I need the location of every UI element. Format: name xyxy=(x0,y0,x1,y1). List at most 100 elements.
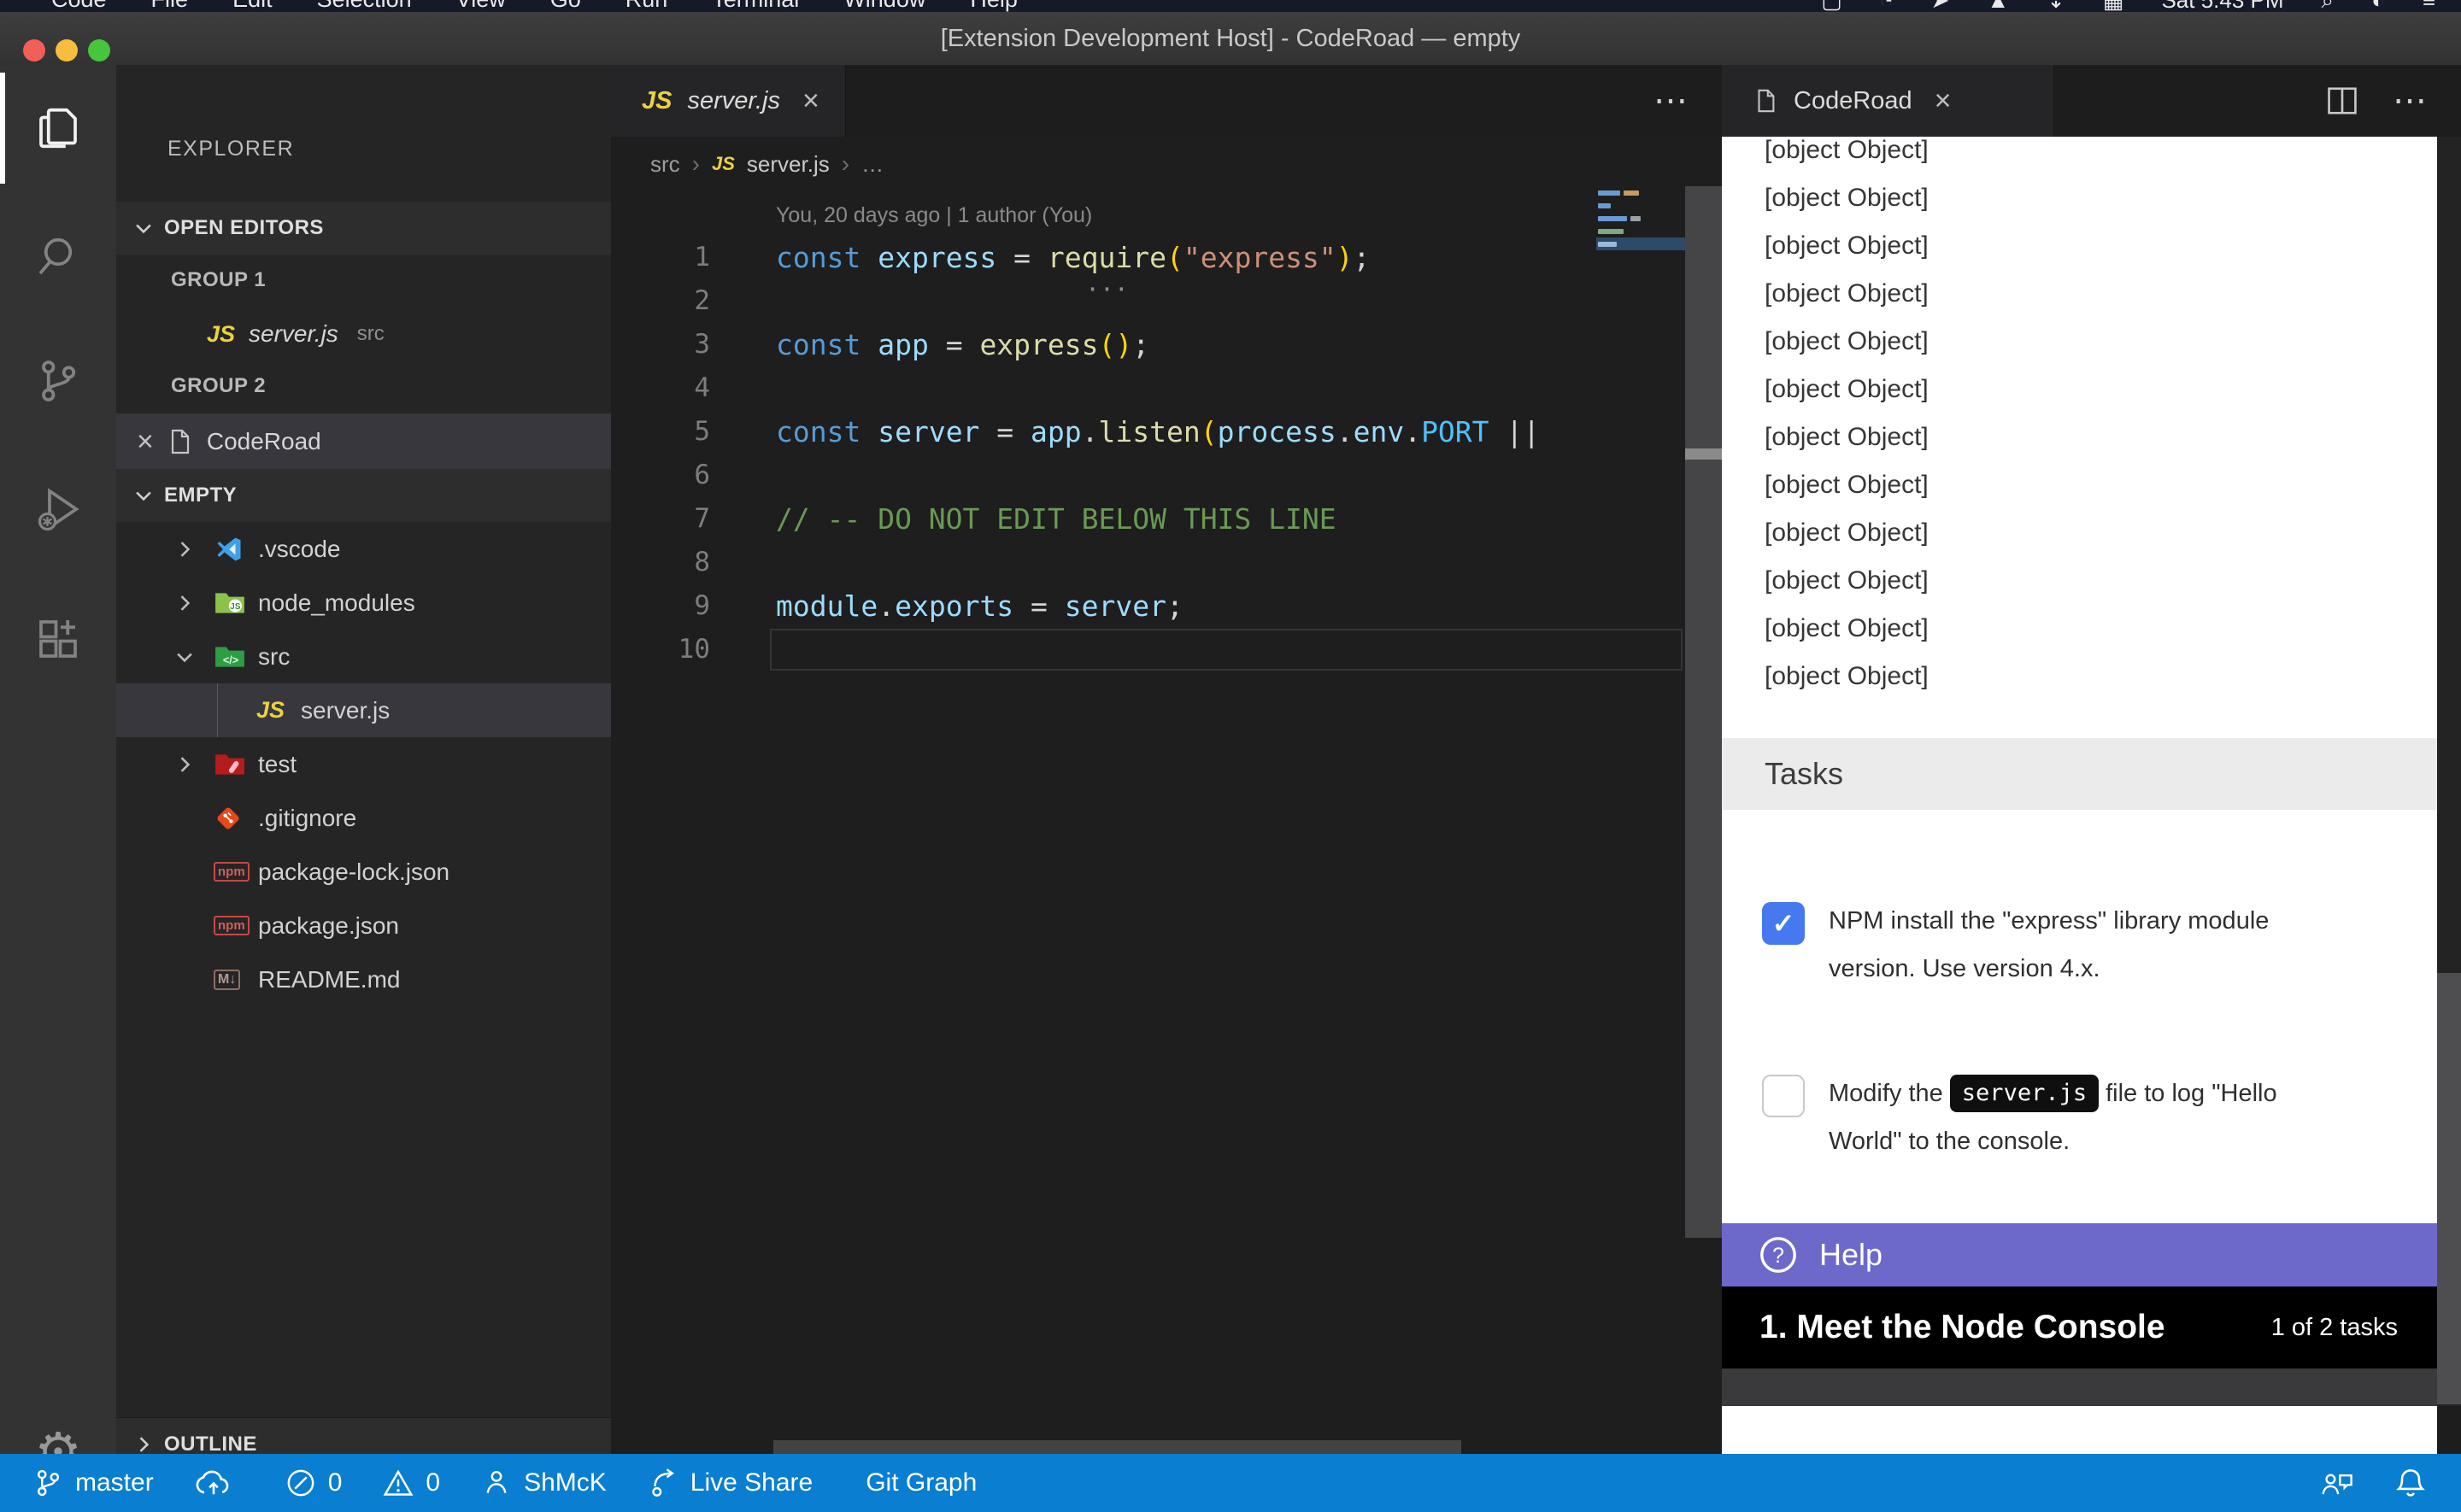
task-checkbox[interactable] xyxy=(1762,902,1805,945)
menu-status-glyphs: ▢◔➤▲⇣▦ Sat 5:43 PM ⌕◐≡ xyxy=(1821,0,2435,12)
breadcrumb-file[interactable]: server.js xyxy=(747,151,830,178)
open-editor-server-js[interactable]: JS server.js src xyxy=(116,308,611,360)
chevron-right-icon xyxy=(173,537,214,561)
run-debug-icon[interactable] xyxy=(0,458,116,560)
file-icon xyxy=(1753,86,1778,115)
tree-item[interactable]: M↓ README.md xyxy=(116,952,611,1006)
explorer-sidebar: EXPLORER OPEN EDITORS GROUP 1 JS server.… xyxy=(116,65,611,1454)
task-checkbox[interactable] xyxy=(1762,1075,1805,1117)
breadcrumb-more[interactable]: … xyxy=(861,151,884,178)
editor-group: JS server.js × ⋯ src › JS server.js › … … xyxy=(611,65,1722,1454)
code-line: 1 const express = require("express"); xyxy=(611,236,1722,279)
status-bar-item[interactable]: Live Share xyxy=(627,1454,833,1512)
split-editor-icon[interactable] xyxy=(2326,85,2358,117)
tree-item[interactable]: JS node_modules xyxy=(116,576,611,630)
menu-item-terminal[interactable]: Terminal xyxy=(712,0,799,12)
node-modules-folder-icon: JS xyxy=(214,589,258,617)
code-line: 10 xyxy=(611,628,1722,671)
tasks-title: Tasks xyxy=(1765,756,1843,792)
code-line: 9 module.exports = server; xyxy=(611,584,1722,628)
close-icon[interactable]: × xyxy=(137,429,154,454)
menu-item-file[interactable]: File xyxy=(151,0,189,12)
tree-item[interactable]: JS server.js xyxy=(116,683,611,737)
close-icon[interactable]: × xyxy=(802,86,819,115)
open-editor-coderoad[interactable]: × CodeRoad xyxy=(116,413,611,469)
menu-item-view[interactable]: View xyxy=(456,0,506,12)
menu-item-code[interactable]: Code xyxy=(51,0,107,12)
line-number: 6 xyxy=(611,454,710,497)
status-bar: master 0 0 ShMcK Live Share xyxy=(0,1454,2461,1512)
source-control-icon[interactable] xyxy=(0,330,116,432)
macos-menu-bar: Code File Edit Selection View Go Run Ter… xyxy=(0,0,2461,12)
status-bar-item[interactable]: 0 xyxy=(362,1454,461,1512)
folder-section-header[interactable]: EMPTY xyxy=(116,469,611,522)
chevron-down-icon xyxy=(173,645,214,669)
menu-item-help[interactable]: Help xyxy=(970,0,1018,12)
task-text: Modify theserver.jsfile to log "Hello Wo… xyxy=(1829,1070,2277,1165)
line-number: 1 xyxy=(611,236,710,279)
more-actions-icon[interactable]: ⋯ xyxy=(2393,81,2429,120)
tree-item[interactable]: npm package.json xyxy=(116,899,611,952)
status-bar-item[interactable]: Git Graph xyxy=(833,1454,997,1512)
search-icon[interactable] xyxy=(0,205,116,308)
status-item-label: ShMcK xyxy=(524,1468,607,1497)
tab-server-js[interactable]: JS server.js × xyxy=(611,65,846,137)
tree-item[interactable]: test xyxy=(116,737,611,791)
src-folder-icon: </> xyxy=(214,643,258,671)
tree-item[interactable]: .gitignore xyxy=(116,791,611,845)
tab-coderoad[interactable]: CodeRoad × xyxy=(1722,65,2054,137)
open-editor-name: server.js xyxy=(249,320,338,348)
cloud-upload-icon xyxy=(195,1468,232,1498)
description-line: [object Object] xyxy=(1765,270,2415,318)
open-editor-name: CodeRoad xyxy=(207,428,321,455)
code-editor[interactable]: 1 const express = require("express"); 2 … xyxy=(611,236,1722,671)
codelens-annotation[interactable]: You, 20 days ago | 1 author (You) xyxy=(776,195,1092,236)
test-folder-icon xyxy=(214,751,258,778)
status-bar-right xyxy=(2317,1467,2427,1499)
file-name: src xyxy=(258,643,290,671)
notifications-bell-icon[interactable] xyxy=(2394,1467,2427,1499)
description-line: [object Object] xyxy=(1765,557,2415,605)
status-bar-item[interactable]: 0 xyxy=(265,1454,363,1512)
explorer-icon[interactable] xyxy=(0,77,116,179)
webview-scrollbar[interactable] xyxy=(2437,137,2461,1406)
close-icon[interactable]: × xyxy=(1935,86,1952,115)
code-line: 2 xyxy=(611,279,1722,323)
task-text: NPM install the "express" library module… xyxy=(1829,897,2269,993)
code-line: 6 xyxy=(611,454,1722,497)
open-editors-header[interactable]: OPEN EDITORS xyxy=(116,202,611,255)
extensions-icon[interactable] xyxy=(0,588,116,690)
tree-item[interactable]: .vscode xyxy=(116,522,611,576)
lesson-header[interactable]: 1. Meet the Node Console 1 of 2 tasks xyxy=(1722,1286,2437,1368)
file-name: .vscode xyxy=(258,536,341,563)
js-file-icon: JS xyxy=(642,87,672,115)
menu-item-run[interactable]: Run xyxy=(626,0,668,12)
svg-text:JS: JS xyxy=(230,602,241,612)
file-name: server.js xyxy=(301,697,390,724)
chevron-down-icon xyxy=(132,216,156,240)
git-icon xyxy=(214,804,258,833)
status-bar-item[interactable] xyxy=(174,1454,265,1512)
status-bar-item[interactable]: master xyxy=(12,1454,174,1512)
breadcrumb-folder[interactable]: src xyxy=(650,151,680,178)
panel-sash[interactable] xyxy=(1685,186,1722,1238)
tree-item[interactable]: </> src xyxy=(116,630,611,683)
minimap[interactable] xyxy=(1596,186,1685,250)
tree-item[interactable]: npm package-lock.json xyxy=(116,845,611,899)
more-actions-icon[interactable]: ⋯ xyxy=(1653,81,1689,120)
status-bar-item[interactable]: ShMcK xyxy=(461,1454,627,1512)
scrollbar-thumb[interactable] xyxy=(1685,448,1722,460)
scrollbar-thumb[interactable] xyxy=(2437,973,2461,1404)
file-name: test xyxy=(258,751,297,778)
outline-section-header[interactable]: OUTLINE xyxy=(116,1417,611,1454)
menu-item-go[interactable]: Go xyxy=(550,0,581,12)
file-name: node_modules xyxy=(258,589,415,617)
menu-item-selection[interactable]: Selection xyxy=(317,0,412,12)
live-share-contacts-icon[interactable] xyxy=(2317,1467,2355,1499)
menu-item-window[interactable]: Window xyxy=(843,0,925,12)
description-line: [object Object] xyxy=(1765,222,2415,270)
npm-icon: npm xyxy=(214,862,258,882)
task-text-segment: file to log "Hello xyxy=(2106,1070,2277,1117)
help-accordion[interactable]: ? Help xyxy=(1722,1223,2437,1286)
menu-item-edit[interactable]: Edit xyxy=(232,0,273,12)
